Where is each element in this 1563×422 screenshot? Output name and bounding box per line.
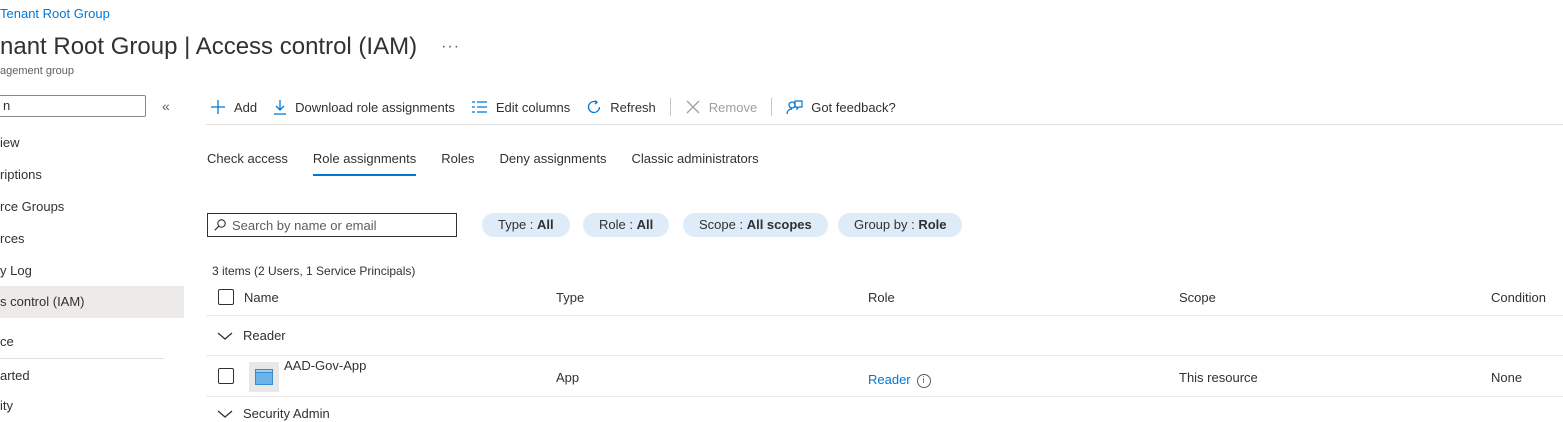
row-divider xyxy=(206,355,1563,356)
tab-deny-assignments[interactable]: Deny assignments xyxy=(500,146,607,176)
chevron-down-icon xyxy=(217,332,233,340)
page-title-row: nant Root Group | Access control (IAM) ·… xyxy=(0,33,460,61)
column-header-role[interactable]: Role xyxy=(868,290,895,305)
assignment-scope: This resource xyxy=(1179,370,1258,385)
column-header-condition[interactable]: Condition xyxy=(1491,290,1546,305)
plus-icon xyxy=(211,100,225,114)
refresh-button[interactable]: Refresh xyxy=(578,92,664,122)
nav-item-overview[interactable]: iew xyxy=(0,127,184,159)
tab-classic-administrators[interactable]: Classic administrators xyxy=(631,146,758,176)
scope-filter-pill[interactable]: Scope : All scopes xyxy=(683,213,828,237)
tab-check-access[interactable]: Check access xyxy=(207,146,288,176)
app-icon xyxy=(255,369,273,385)
feedback-icon xyxy=(786,100,803,115)
download-icon xyxy=(274,100,287,115)
download-role-assignments-button[interactable]: Download role assignments xyxy=(265,92,463,122)
collapse-nav-icon[interactable]: « xyxy=(162,98,170,114)
nav-divider xyxy=(0,358,164,359)
nav-item-getting-started[interactable]: arted xyxy=(0,360,184,392)
command-bar: Add Download role assignments Edit colum… xyxy=(206,92,904,122)
column-header-name[interactable]: Name xyxy=(244,290,279,305)
tab-role-assignments[interactable]: Role assignments xyxy=(312,146,417,176)
refresh-icon xyxy=(588,100,601,114)
toolbar-separator xyxy=(771,98,773,116)
breadcrumb-link[interactable]: Tenant Root Group xyxy=(0,6,110,21)
row-divider xyxy=(206,315,1563,316)
group-by-pill[interactable]: Group by : Role xyxy=(838,213,963,237)
more-options-icon[interactable]: ··· xyxy=(441,38,460,56)
page-subtitle: agement group xyxy=(0,65,74,77)
nav-item-subscriptions[interactable]: riptions xyxy=(0,159,184,191)
tab-roles[interactable]: Roles xyxy=(441,146,474,176)
search-field[interactable] xyxy=(207,213,457,237)
tab-bar: Check access Role assignments Roles Deny… xyxy=(207,146,784,176)
page-title: nant Root Group | Access control (IAM) xyxy=(0,33,418,60)
column-header-type[interactable]: Type xyxy=(556,290,584,305)
columns-icon xyxy=(471,101,487,113)
assignment-role: Reader i xyxy=(868,372,931,388)
toolbar-separator xyxy=(669,98,671,116)
search-icon xyxy=(214,219,226,231)
nav-item-access-control[interactable]: s control (IAM) xyxy=(0,286,184,318)
info-icon[interactable]: i xyxy=(916,373,931,388)
app-avatar xyxy=(249,362,279,392)
row-divider xyxy=(206,396,1563,397)
search-input[interactable] xyxy=(232,217,447,233)
type-filter-pill[interactable]: Type : All xyxy=(482,213,570,237)
close-icon xyxy=(686,100,700,114)
role-filter-pill[interactable]: Role : All xyxy=(583,213,670,237)
edit-columns-button[interactable]: Edit columns xyxy=(463,92,578,122)
feedback-button[interactable]: Got feedback? xyxy=(778,92,904,122)
items-summary: 3 items (2 Users, 1 Service Principals) xyxy=(212,264,416,278)
nav-item-activity-log[interactable]: y Log xyxy=(0,255,184,287)
nav-item-security[interactable]: ity xyxy=(0,390,184,422)
column-header-scope[interactable]: Scope xyxy=(1179,290,1216,305)
row-select-checkbox[interactable] xyxy=(218,368,234,384)
role-link[interactable]: Reader xyxy=(868,372,911,387)
assignment-type: App xyxy=(556,370,580,385)
group-header-reader[interactable]: Reader xyxy=(217,328,286,343)
select-all-checkbox[interactable] xyxy=(218,289,234,305)
nav-item-resource-groups[interactable]: rce Groups xyxy=(0,191,184,223)
chevron-down-icon xyxy=(217,410,233,418)
toolbar-divider xyxy=(206,124,1563,125)
group-header-security-admin[interactable]: Security Admin xyxy=(217,406,330,421)
assignment-condition: None xyxy=(1491,370,1523,385)
nav-item-resources[interactable]: rces xyxy=(0,223,184,255)
nav-item-policies[interactable]: ce xyxy=(0,326,184,358)
breadcrumb[interactable]: Tenant Root Group xyxy=(0,6,110,21)
nav-search-input[interactable]: n xyxy=(0,95,146,117)
assignment-name-link[interactable]: AAD-Gov-App xyxy=(284,358,366,373)
remove-button[interactable]: Remove xyxy=(677,92,765,122)
add-button[interactable]: Add xyxy=(206,92,265,122)
